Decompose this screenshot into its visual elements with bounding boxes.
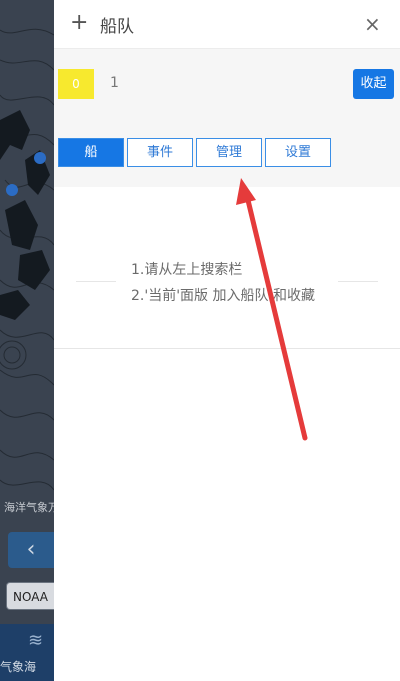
close-icon[interactable]: × bbox=[364, 12, 381, 36]
fleet-count: 1 bbox=[110, 75, 119, 91]
fleet-summary-row: 0 1 收起 bbox=[54, 48, 400, 120]
empty-state: 1.请从左上搜索栏 2.'当前'面版 加入船队 和收藏 bbox=[54, 187, 400, 349]
panel-header: + 船队 × bbox=[54, 0, 400, 48]
tab-settings[interactable]: 设置 bbox=[265, 138, 331, 167]
divider-left bbox=[76, 281, 116, 282]
previous-button[interactable]: ‹ bbox=[8, 532, 54, 568]
divider-right bbox=[338, 281, 378, 282]
bottom-nav-label[interactable]: 气象海 bbox=[0, 658, 54, 675]
bottom-nav: ≋ 气象海 bbox=[0, 624, 54, 681]
wind-icon: ≋ bbox=[28, 630, 44, 651]
map-label: 海洋气象万 bbox=[4, 501, 54, 514]
empty-state-line-1: 1.请从左上搜索栏 bbox=[131, 262, 243, 278]
tab-events[interactable]: 事件 bbox=[127, 138, 193, 167]
fleet-panel: + 船队 × 0 1 收起 船 事件 管理 设置 1.请从左上搜索栏 2.'当前… bbox=[54, 0, 400, 681]
tab-manage[interactable]: 管理 bbox=[196, 138, 262, 167]
panel-title: 船队 bbox=[100, 17, 134, 37]
tab-bar: 船 事件 管理 设置 bbox=[54, 119, 400, 187]
map-background: 海洋气象万 ‹ NOAA ≋ 气象海 bbox=[0, 0, 54, 681]
empty-state-line-2: 2.'当前'面版 加入船队 和收藏 bbox=[131, 288, 315, 304]
map-contours bbox=[0, 28, 54, 491]
data-source-selector[interactable]: NOAA bbox=[6, 582, 54, 610]
collapse-button[interactable]: 收起 bbox=[353, 69, 394, 99]
add-icon[interactable]: + bbox=[70, 10, 88, 36]
fleet-badge: 0 bbox=[58, 69, 94, 99]
tab-ships[interactable]: 船 bbox=[58, 138, 124, 167]
chevron-left-icon: ‹ bbox=[26, 537, 36, 562]
